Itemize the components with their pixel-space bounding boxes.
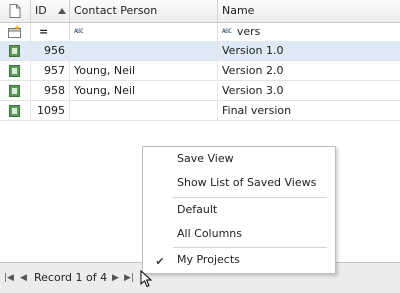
menu-item-all-columns[interactable]: All Columns (143, 223, 333, 245)
row-icon-cell (0, 81, 31, 100)
cell-id[interactable]: 958 (31, 81, 70, 100)
column-header-document[interactable] (0, 0, 31, 22)
cell-name[interactable]: Version 3.0 (218, 81, 400, 100)
filter-row: = ABC ABC vers (0, 23, 400, 42)
last-record-icon[interactable]: ▶| (124, 271, 134, 285)
cell-contact-person[interactable] (70, 101, 218, 120)
mouse-pointer-icon (140, 270, 153, 288)
row-icon-cell (0, 101, 31, 120)
table-row[interactable]: 956 Version 1.0 (0, 41, 400, 61)
table-row[interactable]: 957 Young, Neil Version 2.0 (0, 61, 400, 81)
cell-id[interactable]: 957 (31, 61, 70, 80)
record-icon (9, 105, 20, 117)
record-counter: Record 1 of 4 (34, 271, 108, 284)
grid-header: ID Contact Person Name (0, 0, 400, 23)
column-header-name-label: Name (222, 4, 255, 17)
record-icon (9, 45, 20, 57)
column-header-contact-label: Contact Person (74, 4, 158, 17)
sort-ascending-icon (58, 8, 66, 14)
column-header-name[interactable]: Name (218, 0, 400, 22)
menu-item-my-projects[interactable]: My Projects (143, 249, 333, 271)
row-icon-cell (0, 41, 31, 60)
filter-contact-cell[interactable]: ABC (70, 23, 218, 41)
document-icon (9, 4, 21, 18)
filter-edit-icon (8, 25, 21, 38)
menu-separator (173, 247, 327, 248)
cell-name[interactable]: Final version (218, 101, 400, 120)
text-filter-icon[interactable]: ABC (74, 28, 84, 35)
cell-name[interactable]: Version 1.0 (218, 41, 400, 60)
record-icon (9, 85, 20, 97)
column-header-contact-person[interactable]: Contact Person (70, 0, 218, 22)
next-record-icon[interactable]: ▶ (112, 271, 119, 285)
views-context-menu: Save View Show List of Saved Views Defau… (142, 146, 336, 274)
menu-item-show-saved-views[interactable]: Show List of Saved Views (143, 172, 333, 194)
cell-id[interactable]: 956 (31, 41, 70, 60)
text-filter-icon[interactable]: ABC (222, 28, 232, 35)
filter-name-value[interactable]: vers (235, 25, 261, 38)
cell-contact-person[interactable]: Young, Neil (70, 61, 218, 80)
cell-contact-person[interactable]: Young, Neil (70, 81, 218, 100)
cell-id[interactable]: 1095 (31, 101, 70, 120)
previous-record-icon[interactable]: ◀ (20, 271, 27, 285)
column-header-id-label: ID (35, 4, 47, 17)
record-icon (9, 65, 20, 77)
cell-contact-person[interactable] (70, 41, 218, 60)
filter-editor-cell[interactable] (0, 23, 31, 41)
table-row[interactable]: 1095 Final version (0, 101, 400, 121)
cell-name[interactable]: Version 2.0 (218, 61, 400, 80)
filter-name-cell[interactable]: ABC vers (218, 23, 400, 41)
data-grid: ID Contact Person Name = ABC ABC vers 95… (0, 0, 400, 293)
filter-operator-equals[interactable]: = (35, 25, 48, 38)
menu-item-save-view[interactable]: Save View (143, 148, 333, 170)
table-row[interactable]: 958 Young, Neil Version 3.0 (0, 81, 400, 101)
filter-id-cell[interactable]: = (31, 23, 70, 41)
menu-separator (173, 197, 327, 198)
row-icon-cell (0, 61, 31, 80)
column-header-id[interactable]: ID (31, 0, 70, 22)
menu-item-default[interactable]: Default (143, 199, 333, 221)
first-record-icon[interactable]: |◀ (4, 271, 14, 285)
